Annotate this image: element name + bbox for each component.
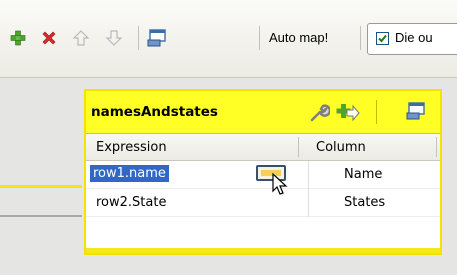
cell-divider bbox=[308, 161, 309, 189]
window-icon[interactable] bbox=[406, 102, 426, 124]
move-up-icon[interactable] bbox=[72, 29, 90, 47]
panel-title-bar: namesAndstates bbox=[86, 91, 440, 134]
wrench-icon[interactable] bbox=[308, 102, 331, 128]
column-cell[interactable]: States bbox=[344, 195, 385, 210]
move-down-icon[interactable] bbox=[105, 29, 123, 47]
delete-icon[interactable] bbox=[40, 29, 58, 47]
output-table-panel: namesAndstates Expression Column row1.na… bbox=[84, 89, 442, 255]
toolbar: Auto map! Die ou bbox=[0, 0, 457, 78]
expression-cell[interactable]: row2.State bbox=[96, 195, 166, 210]
expression-cell[interactable]: row1.name bbox=[90, 165, 169, 182]
header-separator bbox=[298, 137, 299, 157]
die-checkbox-button[interactable]: Die ou bbox=[367, 23, 457, 55]
header-expression[interactable]: Expression bbox=[96, 140, 167, 155]
auto-map-button[interactable]: Auto map! bbox=[269, 30, 328, 45]
table-row[interactable]: row2.State States bbox=[86, 189, 440, 217]
link-line bbox=[0, 215, 82, 217]
table-row[interactable]: row1.name Name bbox=[86, 161, 440, 195]
toolbar-separator bbox=[138, 26, 139, 50]
header-column[interactable]: Column bbox=[316, 140, 366, 155]
add-output-icon[interactable] bbox=[336, 102, 360, 128]
toolbar-separator bbox=[360, 26, 361, 50]
title-separator bbox=[376, 100, 377, 124]
link-line-active bbox=[0, 185, 82, 188]
table-header: Expression Column bbox=[86, 134, 440, 161]
cell-divider bbox=[308, 189, 309, 217]
add-icon[interactable] bbox=[9, 29, 27, 47]
panel-footer-band bbox=[86, 248, 440, 253]
panel-title: namesAndstates bbox=[91, 104, 218, 120]
die-checkbox[interactable] bbox=[376, 32, 389, 45]
window-icon[interactable] bbox=[147, 29, 166, 47]
column-cell[interactable]: Name bbox=[344, 167, 382, 182]
header-separator bbox=[436, 137, 437, 157]
die-label: Die ou bbox=[395, 30, 433, 45]
toolbar-separator bbox=[259, 26, 260, 50]
checkmark-icon bbox=[378, 34, 387, 43]
